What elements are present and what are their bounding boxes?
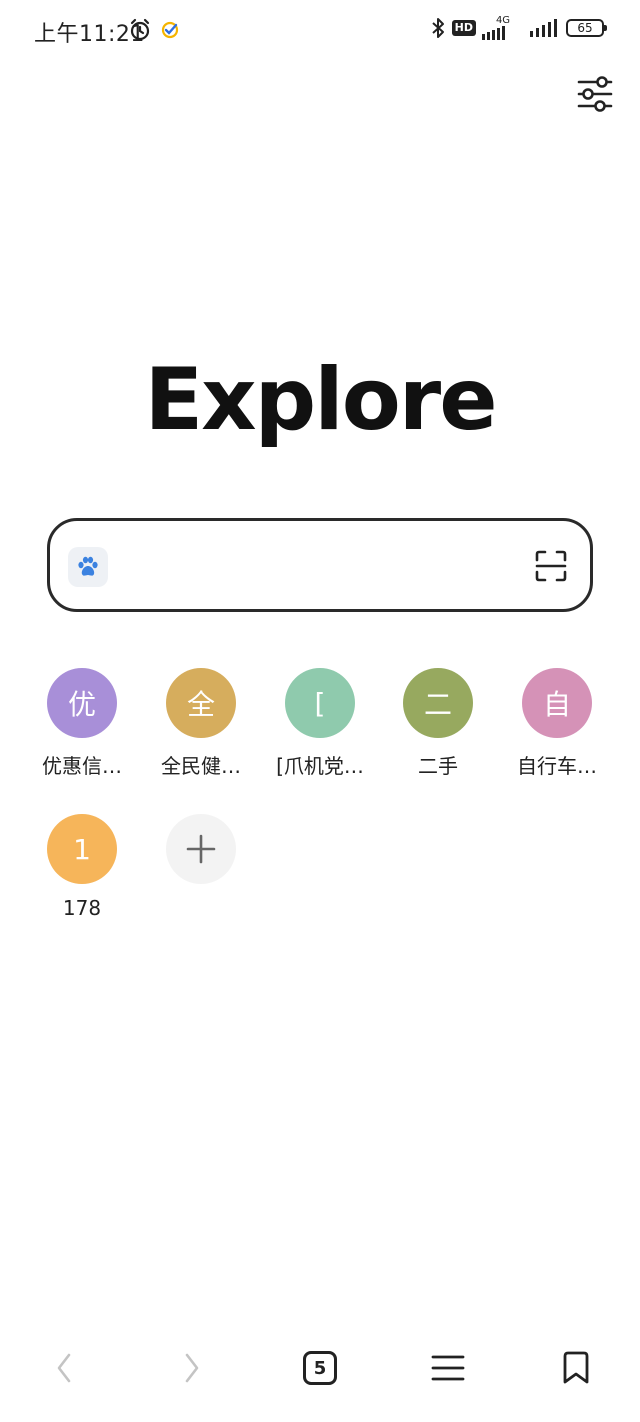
signal-icon-2 [530,19,557,37]
alarm-icon [130,18,150,41]
shortcut-icon: 1 [47,814,117,884]
bottom-navigation: 5 [0,1338,640,1398]
customize-button[interactable] [576,74,614,114]
shortcut-label: 优惠信… [42,754,122,778]
forward-button[interactable] [162,1338,222,1398]
back-button[interactable] [34,1338,94,1398]
scan-icon [535,550,567,582]
shortcut-item[interactable]: 全 全民健… [142,668,260,779]
scan-button[interactable] [534,549,568,583]
plus-icon [186,834,216,864]
search-input[interactable] [122,543,502,589]
shortcut-label: 全民健… [161,754,241,778]
shortcut-label: 自行车… [517,754,597,778]
explore-logo: Expl ore [144,350,498,452]
shortcut-label: 二手 [418,754,458,778]
shortcut-item[interactable]: 二 二手 [379,668,497,779]
bluetooth-icon [431,18,444,38]
bookmark-icon [563,1351,589,1384]
shortcut-label: 178 [62,896,102,920]
chevron-right-icon [185,1353,199,1383]
add-shortcut-button[interactable] [142,814,260,884]
shortcut-item[interactable]: 优 优惠信… [23,668,141,779]
sliders-icon [577,76,613,112]
signal-icon [482,26,505,40]
shortcut-item[interactable]: [ [爪机党… [261,668,379,779]
chevron-left-icon [57,1353,71,1383]
shortcut-icon: [ [285,668,355,738]
shortcut-item[interactable]: 自 自行车… [498,668,616,779]
shortcut-icon: 优 [47,668,117,738]
menu-icon [431,1355,465,1381]
menu-button[interactable] [418,1338,478,1398]
tabs-button[interactable]: 5 [290,1338,350,1398]
check-app-icon [161,21,179,39]
shortcut-item[interactable]: 1 178 [23,814,141,920]
paw-icon [78,556,98,576]
status-bar: 上午11:21 HD 4G 65 [0,0,640,62]
shortcut-icon: 二 [403,668,473,738]
network-type: 4G [495,15,511,26]
search-engine-selector[interactable] [68,547,108,587]
shortcut-label: [爪机党… [276,754,364,778]
battery-indicator: 65 [566,19,607,37]
tab-count: 5 [303,1351,337,1385]
shortcut-icon: 自 [522,668,592,738]
shortcut-icon: 全 [166,668,236,738]
bookmarks-button[interactable] [546,1338,606,1398]
hd-badge: HD [451,20,476,36]
search-box[interactable] [47,518,593,612]
